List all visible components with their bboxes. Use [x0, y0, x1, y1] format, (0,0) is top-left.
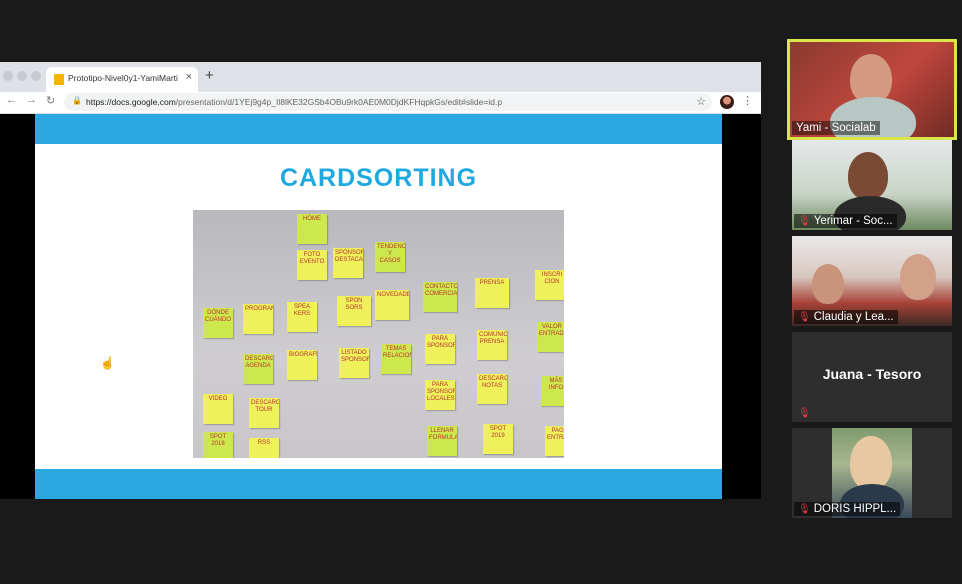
participant-name-row: 🎙 DORIS HIPPL... [794, 502, 901, 516]
sticky-note: BIOGRAFÍA [287, 350, 317, 380]
window-close-dot[interactable] [3, 71, 13, 81]
sticky-note: TENDENCIA Y CASOS [375, 242, 405, 272]
sticky-note: INSCRI CION [535, 270, 564, 300]
sticky-note: PARA SPONSORS [425, 334, 455, 364]
slide: CARDSORTING HOME FOTO EVENTO SPONSOR DESTA… [35, 114, 722, 499]
sticky-note: RSS [249, 438, 279, 458]
participant-tile[interactable]: 🎙 DORIS HIPPL... [792, 428, 952, 518]
sticky-note: HOME [297, 214, 327, 244]
sticky-note: SPONSOR DESTACA2 [333, 248, 363, 278]
participant-tile[interactable]: Yami - Socialab [787, 39, 957, 140]
browser-menu-icon[interactable]: ⋮ [742, 94, 753, 107]
face [812, 264, 844, 304]
sticky-note: FOTO EVENTO [297, 250, 327, 280]
url-path: /presentation/d/1YEj9g4p_Il8lKE32GSb4OBu… [175, 97, 503, 107]
sticky-note: SPOT 2018 [203, 432, 233, 458]
forward-icon[interactable]: → [26, 94, 37, 106]
participant-name-row: 🎙 Yerimar - Soc... [794, 214, 897, 228]
window-maximize-dot[interactable] [31, 71, 41, 81]
sticky-note: VALOR ENTRADA [537, 322, 564, 352]
shared-screen: Prototipo-Nivel0y1-YamiMartin × + ← → ↻ … [0, 62, 761, 499]
lock-icon: 🔒 [72, 96, 82, 105]
sticky-note: COMUNICADOS PRENSA [477, 330, 507, 360]
sticky-note: CONTACTO COMERCIAL [423, 282, 457, 312]
sticky-note: LISTADO SPONSORS [339, 348, 369, 378]
slide-title: CARDSORTING [279, 164, 478, 192]
participant-mic-row: 🎙 [794, 406, 818, 420]
sticky-note: TEMAS RELACIONA2 [381, 344, 411, 374]
participant-name-row: 🎙 Claudia y Lea... [794, 310, 898, 324]
face [848, 152, 888, 200]
sticky-note: VIDEO [203, 394, 233, 424]
close-tab-icon[interactable]: × [186, 71, 192, 83]
participant-name: Yerimar - Soc... [813, 215, 893, 227]
participant-gallery: Yami - Socialab 🎙 Yerimar - Soc... 🎙 Claud… [785, 38, 962, 538]
participant-tile[interactable]: 🎙 Yerimar - Soc... [792, 140, 952, 230]
sticky-note: LLENAR FORMULARIO [427, 426, 457, 456]
sticky-note: SPEA KERS [287, 302, 317, 332]
window-minimize-dot[interactable] [17, 71, 27, 81]
hand-cursor-icon: ☝ [100, 356, 115, 370]
mic-muted-icon: 🎙 [798, 216, 811, 227]
sticky-note: SPON SORS [337, 296, 371, 326]
sticky-note: DESCARGA AGENDA [243, 354, 273, 384]
sticky-note: PROGRAMA [243, 304, 273, 334]
face [850, 436, 892, 490]
slides-icon [54, 74, 64, 85]
cardsorting-photo: HOME FOTO EVENTOSPONSOR DESTACA2 TENDENCIA… [193, 210, 564, 458]
mic-muted-icon: 🎙 [798, 312, 811, 323]
new-tab-button[interactable]: + [205, 67, 214, 84]
tab-title: Prototipo-Nivel0y1-YamiMartin [68, 73, 178, 83]
sticky-note: MÁS INFO [541, 376, 564, 406]
sticky-note: NOVEDADES [375, 290, 409, 320]
browser-tab[interactable]: Prototipo-Nivel0y1-YamiMartin × [46, 67, 198, 92]
participant-name: DORIS HIPPL... [813, 503, 897, 515]
participant-name-center: Juana - Tesoro [822, 366, 922, 382]
bookmark-star-icon[interactable]: ☆ [696, 95, 706, 108]
url-host: https://docs.google.com [86, 97, 176, 107]
participant-name: Claudia y Lea... [813, 311, 894, 323]
face [900, 254, 936, 300]
sticky-note: DESCARGA TOUR [249, 398, 279, 428]
sticky-note: PARA SPONSORS LOCALES [425, 380, 455, 410]
profile-avatar[interactable] [720, 95, 734, 109]
slide-top-band [35, 114, 722, 144]
back-icon[interactable]: ← [6, 94, 17, 106]
mic-muted-icon: 🎙 [798, 504, 811, 515]
slide-bottom-band [35, 469, 722, 499]
sticky-note: SPOT 2019 [483, 424, 513, 454]
sticky-note: DÓNDE CUÁNDO [203, 308, 233, 338]
mic-muted-icon: 🎙 [798, 408, 811, 419]
participant-tile[interactable]: 🎙 Claudia y Lea... [792, 236, 952, 326]
url-text[interactable]: https://docs.google.com/presentation/d/1… [86, 97, 502, 107]
sticky-note: DESCARGA NOTAS [477, 374, 507, 404]
sticky-note: PRENSA [475, 278, 509, 308]
browser-toolbar: ← → ↻ 🔒 https://docs.google.com/presenta… [0, 92, 761, 114]
participant-name: Yami - Socialab [792, 121, 880, 135]
browser-tab-strip: Prototipo-Nivel0y1-YamiMartin × + [0, 62, 761, 92]
address-bar[interactable]: 🔒 https://docs.google.com/presentation/d… [64, 93, 712, 111]
presentation-viewport: CARDSORTING HOME FOTO EVENTO SPONSOR DESTA… [0, 114, 761, 499]
reload-icon[interactable]: ↻ [46, 94, 55, 107]
sticky-note: PAGO ENTRADA [545, 426, 564, 456]
participant-tile[interactable]: Juana - Tesoro 🎙 [792, 332, 952, 422]
